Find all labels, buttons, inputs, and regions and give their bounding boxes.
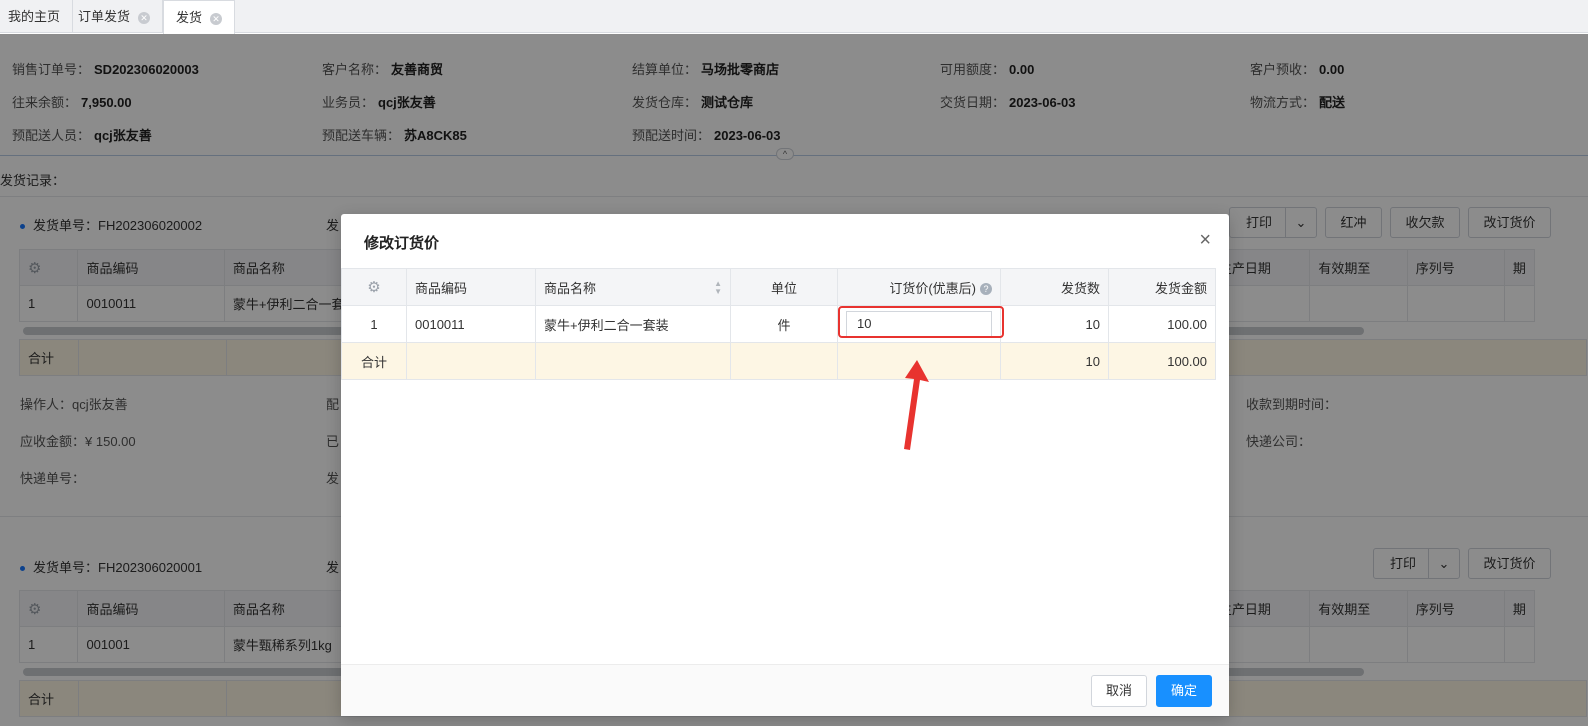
help-icon[interactable]: ?: [980, 283, 992, 296]
close-icon[interactable]: ✕: [138, 11, 151, 24]
dialog-table: ⚙ 商品编码 商品名称 ▲ ▼ 单位 订货价(优惠后)? 发货数 发货金额 1 00…: [341, 268, 1216, 380]
edit-price-dialog: 修改订货价 × ⚙ 商品编码 商品名称 ▲ ▼ 单位 订货价(优惠后)? 发货数 发…: [341, 214, 1229, 716]
tab-order-shipping[interactable]: 订单发货 ✕: [66, 0, 164, 33]
sum-row: 合计 10 100.00: [341, 342, 1216, 380]
gear-icon[interactable]: ⚙: [367, 279, 380, 296]
dialog-title: 修改订货价: [364, 235, 440, 252]
col-header: 单位: [730, 268, 838, 306]
price-highlight-box: [838, 306, 1004, 338]
tab-shipping[interactable]: 发货 ✕: [163, 0, 236, 34]
settings-cell: ⚙: [341, 268, 407, 306]
sort-icon[interactable]: ▲ ▼: [714, 279, 722, 296]
table-row[interactable]: 1 0010011 蒙牛+伊利二合一套装 件 10 10 100.00: [341, 305, 1216, 343]
close-icon[interactable]: ✕: [210, 12, 223, 25]
cancel-button[interactable]: 取消: [1091, 675, 1148, 707]
confirm-button[interactable]: 确定: [1156, 675, 1213, 707]
tab-home[interactable]: 我的主页: [0, 0, 74, 33]
col-header: 商品编码: [406, 268, 536, 306]
annotation-arrow-icon: [904, 360, 929, 450]
close-icon[interactable]: ×: [1199, 228, 1211, 252]
col-header-sortable[interactable]: 商品名称 ▲ ▼: [535, 268, 731, 306]
col-header: 发货金额: [1108, 268, 1216, 306]
dialog-footer: 取消 确定: [341, 664, 1229, 716]
tab-bar: 我的主页 订单发货 ✕ 发货 ✕: [0, 0, 1588, 34]
col-header: 订货价(优惠后)?: [837, 268, 1001, 306]
col-header: 发货数: [1000, 268, 1109, 306]
